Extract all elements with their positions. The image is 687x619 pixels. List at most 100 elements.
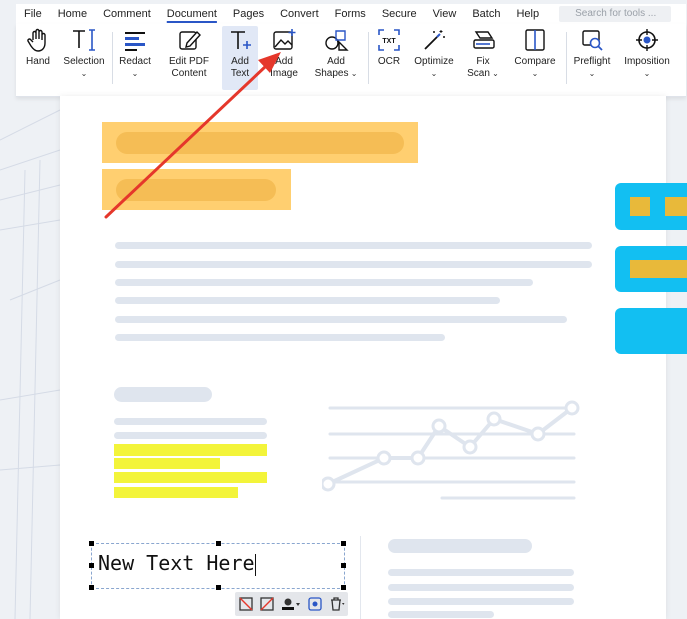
menu-help[interactable]: Help — [508, 4, 547, 24]
line-chart-graphic — [322, 400, 580, 500]
divider — [112, 32, 113, 84]
resize-handle[interactable] — [89, 585, 94, 590]
side-tab-1[interactable] — [615, 183, 687, 230]
document-page — [60, 96, 666, 619]
selection-tool-button[interactable]: Selection ⌄ — [60, 26, 108, 90]
resize-handle[interactable] — [89, 541, 94, 546]
add-shapes-button[interactable]: Add Shapes ⌄ — [310, 26, 362, 90]
chevron-down-icon: ⌄ — [80, 69, 88, 78]
section-heading — [114, 387, 212, 402]
hand-tool-button[interactable]: Hand — [20, 26, 56, 90]
selection-label: Selection — [63, 56, 105, 67]
side-tab-3[interactable] — [615, 308, 687, 354]
preflight-icon — [582, 30, 603, 51]
ocr-icon: TXT — [378, 29, 400, 51]
no-fill-icon[interactable] — [238, 597, 253, 611]
text-cursor — [254, 553, 256, 576]
menu-document[interactable]: Document — [159, 4, 225, 24]
preflight-button[interactable]: Preflight ⌄ — [570, 26, 614, 90]
text-line — [115, 261, 592, 268]
chevron-down-icon: ⌄ — [489, 69, 499, 78]
edit-pdf-content-button[interactable]: Edit PDF Content — [162, 26, 216, 90]
chevron-down-icon: ⌄ — [531, 69, 539, 78]
side-tab-square — [665, 197, 687, 216]
search-tools-input[interactable]: Search for tools ... — [559, 6, 672, 22]
add-image-button[interactable]: Add Image — [264, 26, 304, 90]
ocr-button[interactable]: TXT OCR — [372, 26, 406, 90]
subheader-line — [116, 179, 276, 201]
chevron-down-icon: ⌄ — [643, 69, 651, 78]
text-line — [115, 297, 500, 304]
text-line — [114, 432, 267, 439]
fix-scan-label: Fix — [476, 56, 490, 67]
add-text-button[interactable]: Add Text — [222, 26, 258, 90]
imposition-label: Imposition — [624, 56, 670, 67]
settings-icon[interactable] — [307, 597, 322, 611]
add-image-label: Add — [275, 56, 293, 67]
menu-pages[interactable]: Pages — [225, 4, 272, 24]
resize-handle[interactable] — [341, 585, 346, 590]
text-selection-icon — [73, 29, 95, 51]
menu-comment[interactable]: Comment — [95, 4, 159, 24]
fix-scan-label-2: Scan — [467, 68, 490, 79]
compare-button[interactable]: Compare ⌄ — [510, 26, 560, 90]
menu-file[interactable]: File — [16, 4, 50, 24]
hand-icon — [27, 28, 46, 52]
side-tab-bar — [630, 260, 687, 278]
crosshair-icon — [636, 29, 658, 51]
menu-forms[interactable]: Forms — [327, 4, 374, 24]
add-shapes-label-2: Shapes — [314, 68, 349, 79]
ribbon-toolbar: Hand Selection ⌄ Redact ⌄ Edit PDF Conte… — [16, 24, 686, 97]
new-text-box[interactable]: New Text Here — [91, 543, 345, 589]
resize-handle[interactable] — [216, 585, 221, 590]
text-line — [388, 611, 494, 618]
divider — [566, 32, 567, 84]
redact-button[interactable]: Redact ⌄ — [116, 26, 154, 90]
fix-scan-button[interactable]: Fix Scan ⌄ — [462, 26, 504, 90]
preflight-label: Preflight — [573, 56, 611, 67]
edit-icon — [179, 30, 201, 50]
column-divider — [360, 536, 361, 619]
resize-handle[interactable] — [341, 563, 346, 568]
highlighted-line — [114, 458, 220, 469]
compare-icon — [525, 29, 545, 51]
side-tab-square — [630, 197, 650, 216]
edit-pdf-label: Edit PDF — [168, 56, 209, 67]
hand-label: Hand — [26, 56, 50, 67]
menu-bar: File Home Comment Document Pages Convert… — [16, 4, 686, 24]
text-line — [388, 598, 574, 605]
chevron-down-icon: ⌄ — [430, 69, 438, 78]
menu-batch[interactable]: Batch — [464, 4, 508, 24]
imposition-button[interactable]: Imposition ⌄ — [620, 26, 674, 90]
add-image-label-2: Image — [270, 68, 298, 79]
trash-icon[interactable] — [329, 597, 345, 611]
text-line — [115, 279, 533, 286]
menu-secure[interactable]: Secure — [374, 4, 425, 24]
side-tab-2[interactable] — [615, 246, 687, 292]
optimize-label: Optimize — [414, 56, 454, 67]
compare-label: Compare — [514, 56, 556, 67]
resize-handle[interactable] — [216, 541, 221, 546]
chevron-down-icon: ⌄ — [348, 69, 358, 78]
redact-icon — [125, 32, 145, 51]
text-box-content[interactable]: New Text Here — [98, 551, 255, 575]
text-color-icon[interactable] — [281, 597, 301, 611]
text-line — [388, 584, 574, 591]
magic-wand-icon — [424, 30, 445, 50]
chevron-down-icon: ⌄ — [131, 69, 139, 78]
resize-handle[interactable] — [89, 563, 94, 568]
menu-view[interactable]: View — [425, 4, 465, 24]
no-border-icon[interactable] — [259, 597, 274, 611]
redact-label: Redact — [119, 56, 151, 67]
resize-handle[interactable] — [341, 541, 346, 546]
edit-pdf-label-2: Content — [171, 68, 207, 79]
optimize-button[interactable]: Optimize ⌄ — [412, 26, 456, 90]
highlighted-line — [114, 487, 238, 498]
menu-convert[interactable]: Convert — [272, 4, 327, 24]
menu-home[interactable]: Home — [50, 4, 95, 24]
divider — [368, 32, 369, 84]
add-text-icon — [231, 31, 251, 49]
header-line — [116, 132, 404, 154]
text-line — [388, 569, 574, 576]
svg-text:TXT: TXT — [382, 38, 396, 45]
